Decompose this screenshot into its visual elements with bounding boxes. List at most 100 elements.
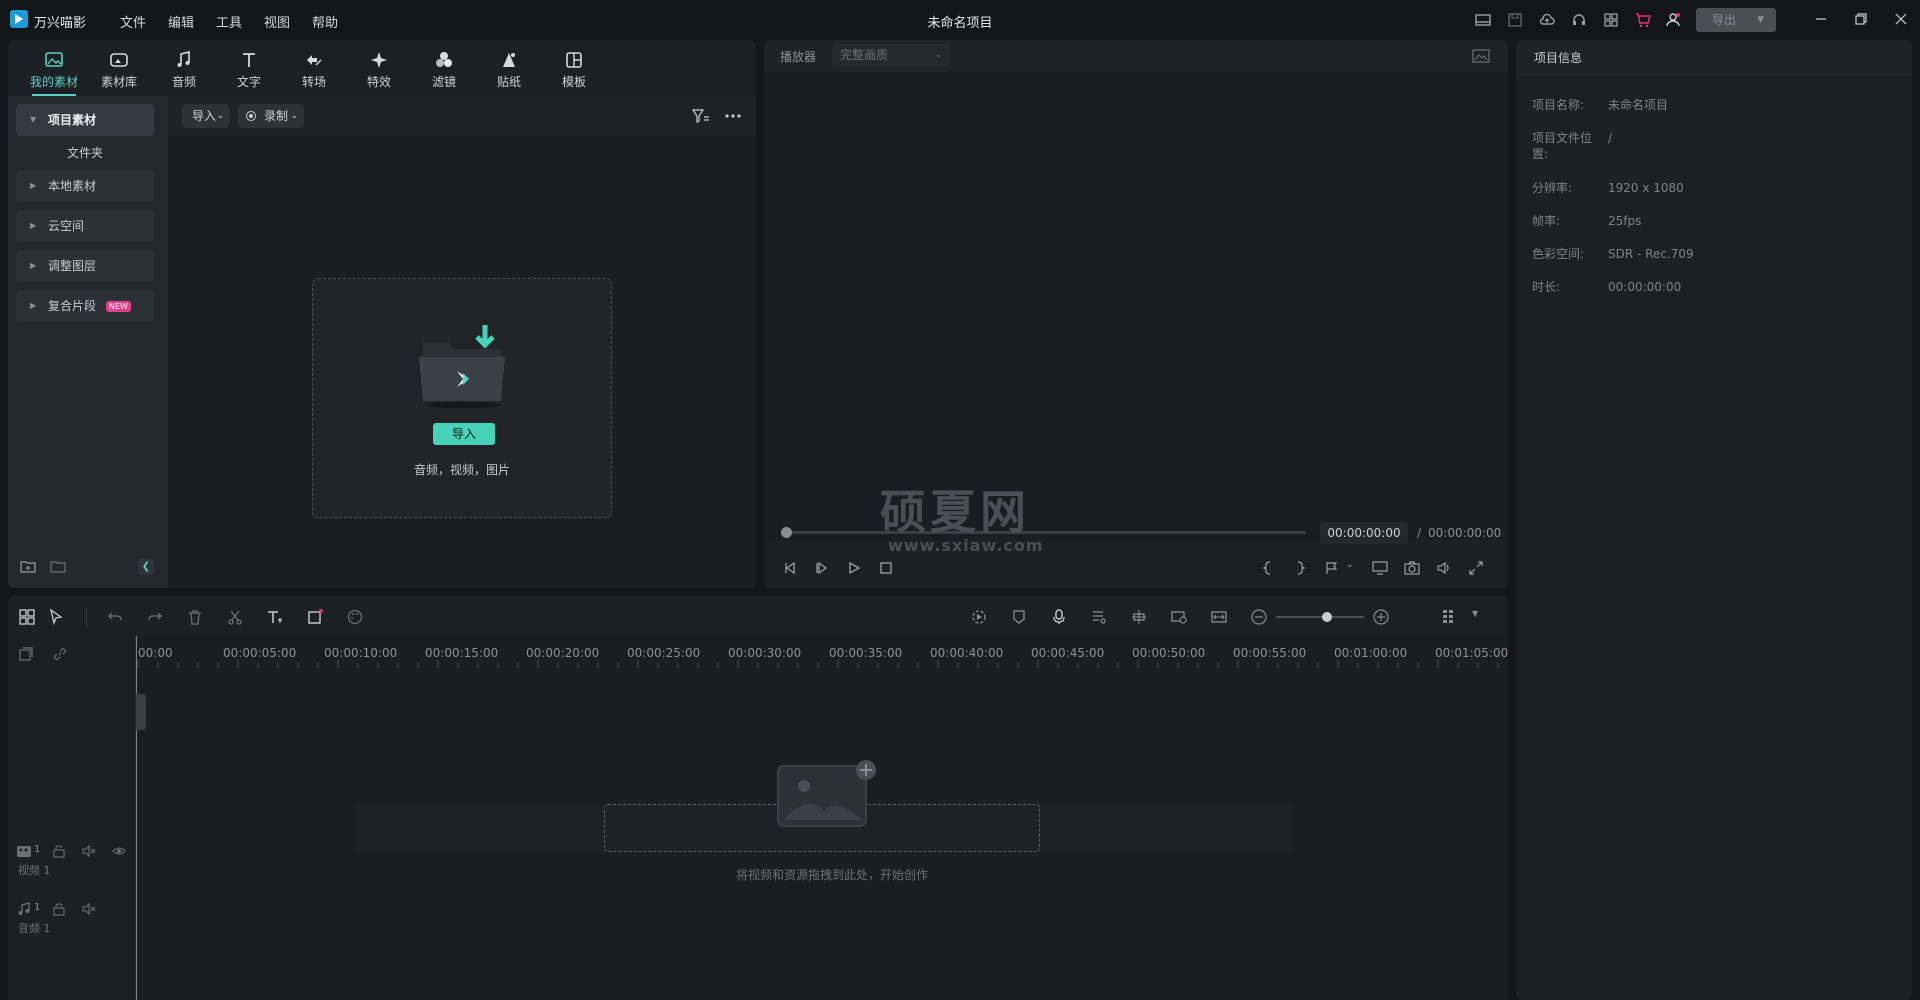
marker-flag-icon[interactable] [1324, 560, 1340, 576]
sidebar-item-local-media[interactable]: ▶ 本地素材 [16, 170, 154, 202]
redo-icon[interactable] [146, 608, 164, 626]
prev-frame-icon[interactable] [782, 560, 798, 576]
select-cursor-icon[interactable] [48, 608, 66, 626]
save-icon[interactable] [1506, 11, 1524, 29]
mark-out-icon[interactable] [1292, 560, 1308, 576]
more-options-icon[interactable] [724, 108, 742, 124]
sidebar-item-label: 本地素材 [48, 179, 97, 193]
layout-grid-icon[interactable] [18, 608, 36, 626]
project-info-panel: 项目信息 项目名称: 未命名项目 项目文件位置: / 分辨率: 1920 x 1… [1516, 40, 1912, 1000]
sidebar-item-project-media[interactable]: ▼ 项目素材 [16, 104, 154, 136]
mark-in-icon[interactable] [1260, 560, 1276, 576]
display-monitor-icon[interactable] [1372, 560, 1388, 576]
volume-icon[interactable] [1436, 560, 1452, 576]
collapse-sidebar-icon[interactable]: ❮ [138, 559, 154, 575]
chevron-down-icon[interactable]: ⌄ [1346, 560, 1354, 570]
caret-down-icon[interactable]: ▼ [1472, 609, 1478, 618]
menu-file[interactable]: 文件 [120, 12, 146, 31]
layout-icon[interactable] [1474, 11, 1492, 29]
sidebar-item-cloud-space[interactable]: ▶ 云空间 [16, 210, 154, 242]
menu-help[interactable]: 帮助 [312, 12, 338, 31]
tab-text[interactable]: 文字 [219, 46, 279, 92]
transition-arrows-icon [307, 55, 322, 66]
zoom-slider-handle[interactable] [1322, 612, 1332, 622]
fit-timeline-icon[interactable] [1210, 608, 1228, 626]
chevron-down-icon: ⌄ [934, 50, 942, 60]
user-account-icon[interactable] [1664, 11, 1682, 29]
menu-tools[interactable]: 工具 [216, 12, 242, 31]
tab-filters[interactable]: 滤镜 [414, 46, 474, 92]
export-button[interactable]: 导出 ▼ [1696, 8, 1776, 32]
lock-icon[interactable] [52, 844, 66, 858]
tab-stock-media[interactable]: 素材库 [89, 46, 149, 92]
restore-icon[interactable] [1852, 10, 1870, 28]
info-label-duration: 时长: [1532, 280, 1561, 294]
tab-audio[interactable]: 音频 [154, 46, 214, 92]
import-dropdown[interactable]: 导入 ⌄ [182, 104, 230, 128]
tab-transitions[interactable]: 转场 [284, 46, 344, 92]
zoom-in-icon[interactable] [1372, 608, 1390, 626]
playhead-handle[interactable] [136, 694, 146, 730]
chevron-down-icon[interactable]: ▼ [1757, 8, 1764, 32]
stop-icon[interactable] [878, 560, 894, 576]
mute-audio-icon[interactable] [82, 844, 96, 858]
progress-handle[interactable] [781, 527, 792, 538]
record-dropdown[interactable]: 录制 ⌄ [238, 104, 304, 128]
minimize-icon[interactable] [1812, 10, 1830, 28]
zoom-slider-track[interactable] [1276, 616, 1364, 618]
tab-effects[interactable]: 特效 [349, 46, 409, 92]
timeline-ruler[interactable]: 00:00 00:00:05:00 00:00:10:00 00:00:15:00 00… [136, 636, 1508, 668]
link-icon[interactable] [52, 646, 68, 662]
media-drop-zone[interactable]: 导入 音频，视频，图片 [312, 278, 612, 518]
filter-sort-icon[interactable] [692, 108, 710, 124]
scissors-split-icon[interactable] [226, 608, 244, 626]
motion-track-icon[interactable] [1130, 608, 1148, 626]
sidebar-item-adjustment-layer[interactable]: ▶ 调整图层 [16, 250, 154, 282]
apps-grid-icon[interactable] [1602, 11, 1620, 29]
audio-mix-icon[interactable] [1090, 608, 1108, 626]
ruler-tick-label: 00:00:20:00 [526, 646, 600, 660]
toolbar-divider [86, 608, 87, 626]
import-button[interactable]: 导入 [433, 423, 495, 445]
headset-support-icon[interactable] [1570, 11, 1588, 29]
lock-icon[interactable] [52, 902, 66, 916]
fullscreen-icon[interactable] [1468, 560, 1484, 576]
visibility-eye-icon[interactable] [112, 844, 126, 858]
tab-templates[interactable]: 模板 [544, 46, 604, 92]
play-frame-icon[interactable] [814, 560, 830, 576]
zoom-out-icon[interactable] [1250, 608, 1268, 626]
quality-dropdown[interactable]: 完整画质 ⌄ [832, 44, 950, 66]
tab-my-media[interactable]: 我的素材 [24, 46, 84, 96]
cloud-upload-icon[interactable] [1538, 11, 1556, 29]
menu-view[interactable]: 视图 [264, 12, 290, 31]
crop-frame-icon[interactable] [306, 608, 324, 626]
shield-marker-icon[interactable] [1010, 608, 1028, 626]
render-preview-icon[interactable] [970, 608, 988, 626]
camera-snapshot-icon[interactable] [1404, 560, 1420, 576]
ruler-tick-label: 00:00:35:00 [829, 646, 903, 660]
text-tool-icon[interactable] [266, 608, 284, 626]
snapshot-gallery-icon[interactable] [1472, 48, 1490, 64]
play-icon[interactable] [846, 560, 862, 576]
add-track-icon[interactable] [18, 646, 34, 662]
screen-record-icon[interactable] [1170, 608, 1188, 626]
new-folder-icon[interactable] [20, 558, 36, 574]
folder-icon[interactable] [50, 558, 66, 574]
ruler-tick-label: 00:00:25:00 [627, 646, 701, 660]
cart-icon[interactable] [1634, 11, 1652, 29]
microphone-icon[interactable] [1050, 608, 1068, 626]
progress-track[interactable] [784, 531, 1306, 534]
color-palette-icon[interactable] [346, 608, 364, 626]
track-settings-icon[interactable] [1440, 608, 1458, 626]
menu-edit[interactable]: 编辑 [168, 12, 194, 31]
mute-audio-icon[interactable] [82, 902, 96, 916]
undo-icon[interactable] [106, 608, 124, 626]
sidebar-item-compound-clip[interactable]: ▶ 复合片段 NEW [16, 290, 154, 322]
playhead[interactable] [136, 636, 137, 1000]
delete-icon[interactable] [186, 608, 204, 626]
tab-stickers[interactable]: 贴纸 [479, 46, 539, 92]
close-icon[interactable] [1892, 10, 1910, 28]
info-label-name: 项目名称: [1532, 98, 1585, 112]
sidebar-item-folder[interactable]: 文件夹 [16, 144, 154, 161]
video-preview[interactable] [764, 72, 1508, 540]
